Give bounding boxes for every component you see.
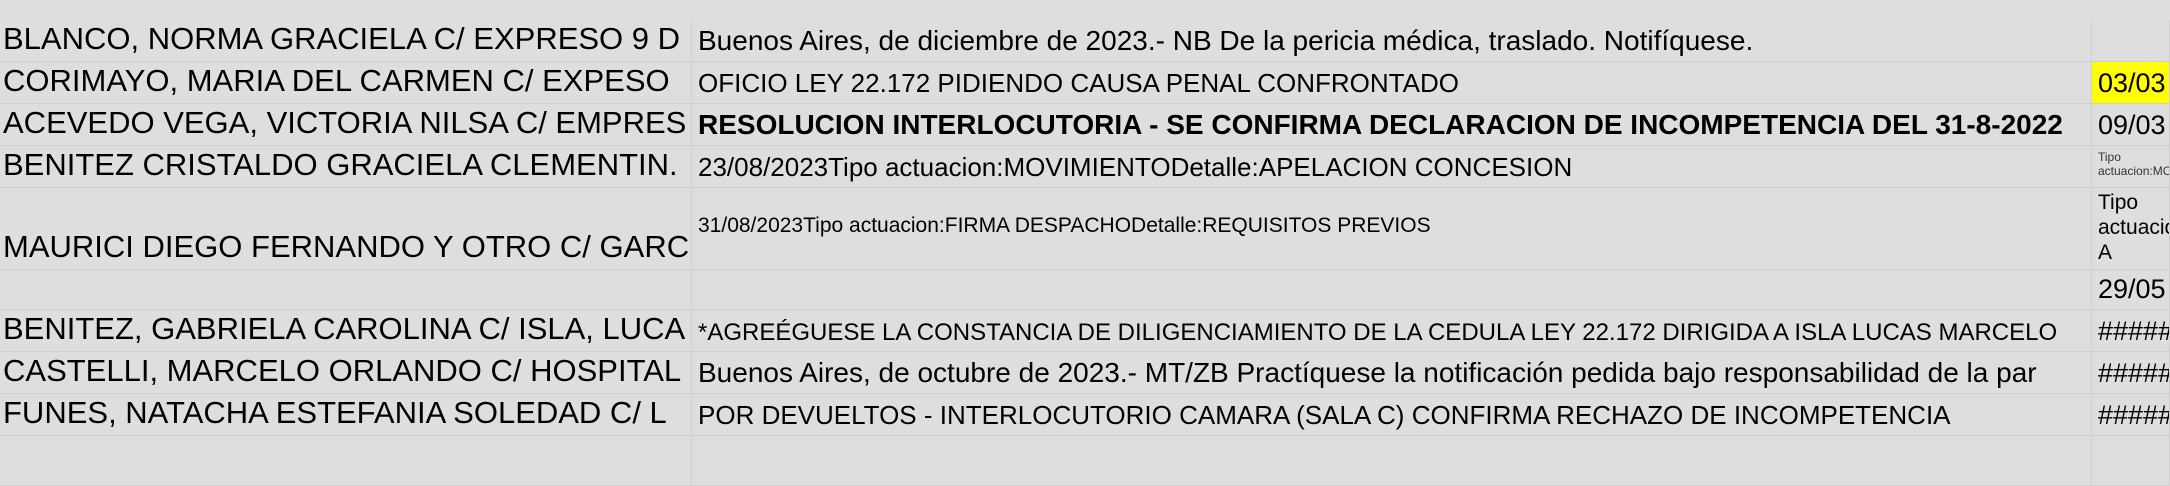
cell-text: RESOLUCION INTERLOCUTORIA - SE CONFIRMA … xyxy=(698,109,2063,140)
cell-name[interactable] xyxy=(0,270,692,310)
cell-date[interactable]: Tipo actuacio A DESP xyxy=(2092,188,2170,270)
cell-text: 31/08/2023Tipo actuacion:FIRMA DESPACHOD… xyxy=(698,214,1431,237)
table-row: CASTELLI, MARCELO ORLANDO C/ HOSPITAL Bu… xyxy=(0,352,2170,394)
table-row: BLANCO, NORMA GRACIELA C/ EXPRESO 9 D Bu… xyxy=(0,20,2170,62)
cell-text: 23/08/2023Tipo actuacion:MOVIMIENTODetal… xyxy=(698,152,1573,182)
table-row: CORIMAYO, MARIA DEL CARMEN C/ EXPESO OFI… xyxy=(0,62,2170,104)
cell-empty[interactable] xyxy=(2092,436,2170,486)
cell-name[interactable]: ACEVEDO VEGA, VICTORIA NILSA C/ EMPRES xyxy=(0,104,692,146)
cell-text: BENITEZ CRISTALDO GRACIELA CLEMENTIN. xyxy=(3,147,678,182)
cell-text: CASTELLI, MARCELO ORLANDO C/ HOSPITAL xyxy=(3,353,682,388)
cell-text: BLANCO, NORMA GRACIELA C/ EXPRESO 9 D xyxy=(3,21,681,56)
table-row: 29/05 xyxy=(0,270,2170,310)
cell-date-highlighted[interactable]: 03/03 xyxy=(2092,62,2170,104)
table-row: FUNES, NATACHA ESTEFANIA SOLEDAD C/ L PO… xyxy=(0,394,2170,436)
cell-text: Buenos Aires, de diciembre de 2023.- NB … xyxy=(698,25,1754,56)
cell-text: Tipo actuacio A DESP xyxy=(2098,191,2170,269)
cell-name[interactable]: BENITEZ, GABRIELA CAROLINA C/ ISLA, LUCA xyxy=(0,310,692,352)
cell-name[interactable]: CASTELLI, MARCELO ORLANDO C/ HOSPITAL xyxy=(0,352,692,394)
cell-text: OFICIO LEY 22.172 PIDIENDO CAUSA PENAL C… xyxy=(698,68,1459,98)
cell-date[interactable]: ##### xyxy=(2092,352,2170,394)
cell-text: BENITEZ, GABRIELA CAROLINA C/ ISLA, LUCA xyxy=(3,311,686,346)
cell-date[interactable]: 29/05 xyxy=(2092,270,2170,310)
cell-date[interactable]: Tipo actuacion:MO xyxy=(2092,146,2170,188)
cell-detail[interactable]: 31/08/2023Tipo actuacion:FIRMA DESPACHOD… xyxy=(692,188,2092,270)
table-row: ACEVEDO VEGA, VICTORIA NILSA C/ EMPRES R… xyxy=(0,104,2170,146)
cell-detail[interactable] xyxy=(692,270,2092,310)
cell-text: 29/05 xyxy=(2098,274,2166,304)
cell-text: POR DEVUELTOS - INTERLOCUTORIO CAMARA (S… xyxy=(698,400,1951,430)
cell-text: CORIMAYO, MARIA DEL CARMEN C/ EXPESO xyxy=(3,63,670,98)
table-row: MAURICI DIEGO FERNANDO Y OTRO C/ GARC 31… xyxy=(0,188,2170,270)
cell-detail[interactable]: Buenos Aires, de diciembre de 2023.- NB … xyxy=(692,20,2092,62)
cell-empty[interactable] xyxy=(692,436,2092,486)
cell-text: Buenos Aires, de octubre de 2023.- MT/ZB… xyxy=(698,357,2037,388)
cell-text: ##### xyxy=(2098,316,2170,346)
cell-name[interactable]: MAURICI DIEGO FERNANDO Y OTRO C/ GARC xyxy=(0,188,692,270)
cell-text: 09/03 xyxy=(2098,110,2166,140)
table-row: BENITEZ CRISTALDO GRACIELA CLEMENTIN. 23… xyxy=(0,146,2170,188)
cell-text: ACEVEDO VEGA, VICTORIA NILSA C/ EMPRES xyxy=(3,105,687,140)
table-row-empty xyxy=(0,436,2170,486)
cell-name[interactable]: BLANCO, NORMA GRACIELA C/ EXPRESO 9 D xyxy=(0,20,692,62)
spreadsheet-grid: BLANCO, NORMA GRACIELA C/ EXPRESO 9 D Bu… xyxy=(0,0,2170,486)
cell-name[interactable]: FUNES, NATACHA ESTEFANIA SOLEDAD C/ L xyxy=(0,394,692,436)
cell-text: ##### xyxy=(2098,400,2170,430)
cell-detail[interactable]: POR DEVUELTOS - INTERLOCUTORIO CAMARA (S… xyxy=(692,394,2092,436)
cell-detail[interactable]: Buenos Aires, de octubre de 2023.- MT/ZB… xyxy=(692,352,2092,394)
cell-text: FUNES, NATACHA ESTEFANIA SOLEDAD C/ L xyxy=(3,395,667,430)
cell-detail[interactable]: *AGREÉGUESE LA CONSTANCIA DE DILIGENCIAM… xyxy=(692,310,2092,352)
cell-text: MAURICI DIEGO FERNANDO Y OTRO C/ GARC xyxy=(3,229,690,264)
cell-text: 03/03 xyxy=(2098,68,2166,98)
cell-date[interactable] xyxy=(2092,20,2170,62)
table-row: BENITEZ, GABRIELA CAROLINA C/ ISLA, LUCA… xyxy=(0,310,2170,352)
cell-detail[interactable]: RESOLUCION INTERLOCUTORIA - SE CONFIRMA … xyxy=(692,104,2092,146)
cell-name[interactable]: BENITEZ CRISTALDO GRACIELA CLEMENTIN. xyxy=(0,146,692,188)
cell-date[interactable]: ##### xyxy=(2092,394,2170,436)
cell-name[interactable]: CORIMAYO, MARIA DEL CARMEN C/ EXPESO xyxy=(0,62,692,104)
cell-date[interactable]: ##### xyxy=(2092,310,2170,352)
cell-detail[interactable]: OFICIO LEY 22.172 PIDIENDO CAUSA PENAL C… xyxy=(692,62,2092,104)
cell-text: *AGREÉGUESE LA CONSTANCIA DE DILIGENCIAM… xyxy=(698,319,2058,346)
cell-text: ##### xyxy=(2098,358,2170,388)
cell-text: Tipo actuacion:MO xyxy=(2098,150,2170,178)
cell-date[interactable]: 09/03 xyxy=(2092,104,2170,146)
cell-empty[interactable] xyxy=(0,436,692,486)
cell-detail[interactable]: 23/08/2023Tipo actuacion:MOVIMIENTODetal… xyxy=(692,146,2092,188)
